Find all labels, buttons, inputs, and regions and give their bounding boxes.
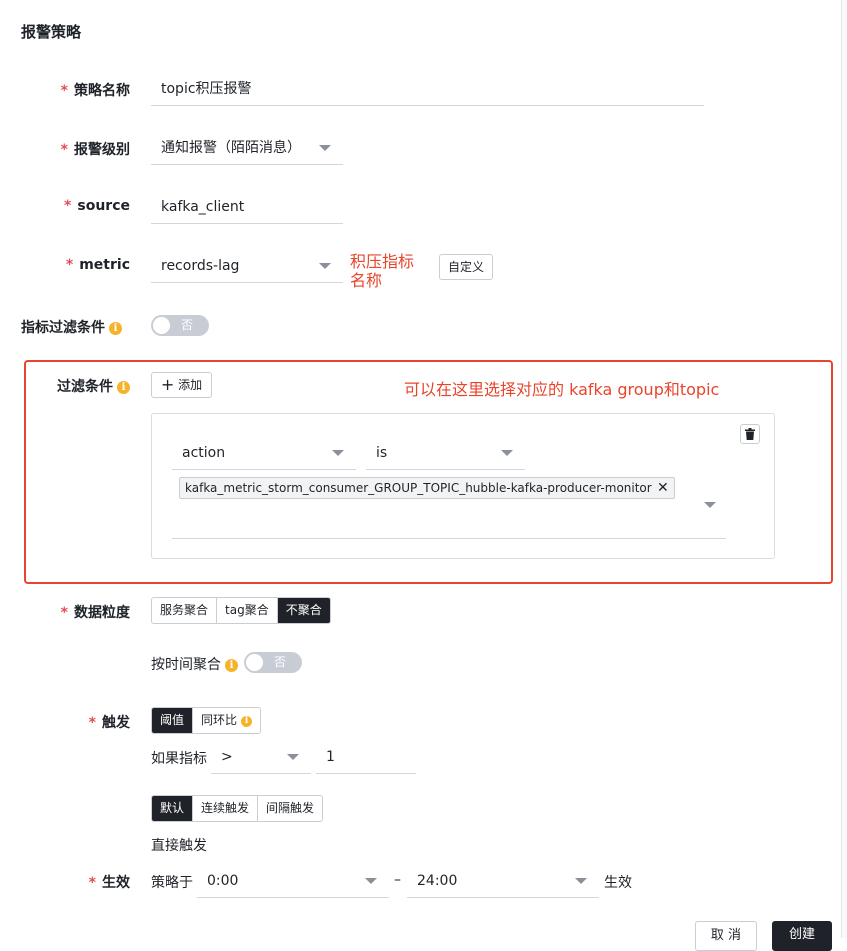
source-input[interactable]: kafka_client: [151, 190, 343, 224]
toggle-knob: [153, 317, 170, 334]
trigger-mode-segmented: 阈值 同环比 i: [151, 707, 262, 734]
fire-mode-segmented: 默认 连续触发 间隔触发: [151, 795, 324, 822]
chevron-down-icon: [332, 450, 344, 456]
chevron-down-icon: [704, 502, 716, 508]
filter-conditions-label: 过滤条件 i: [0, 376, 130, 396]
alarm-level-select[interactable]: 通知报警（陌陌消息）: [151, 131, 343, 165]
cancel-button[interactable]: 取 消: [695, 921, 757, 951]
trigger-mode-threshold[interactable]: 阈值: [152, 708, 194, 733]
required-mark: *: [65, 257, 74, 273]
metric-annotation: 积压指标 名称: [350, 252, 415, 290]
filter-card: action is kafka_metric_storm_consumer_GR…: [151, 413, 775, 559]
info-icon: i: [241, 716, 253, 727]
add-filter-button[interactable]: + 添加: [151, 372, 212, 398]
required-mark: *: [64, 198, 72, 214]
granularity-option-service[interactable]: 服务聚合: [152, 598, 218, 623]
page-title: 报警策略: [21, 23, 82, 41]
filter-field-value: action: [182, 445, 226, 461]
filter-field-select[interactable]: action: [172, 436, 356, 470]
toggle-label: 否: [181, 318, 194, 332]
policy-name-input[interactable]: topic积压报警: [151, 72, 704, 106]
scrollbar-track[interactable]: [841, 0, 847, 938]
fire-mode-interval[interactable]: 间隔触发: [258, 796, 322, 821]
metric-filter-label: 指标过滤条件 i: [21, 317, 122, 337]
info-icon: i: [117, 381, 130, 394]
comparator-value: >: [221, 749, 233, 765]
chevron-down-icon: [575, 878, 587, 884]
filter-operator-select[interactable]: is: [366, 436, 525, 470]
time-agg-toggle[interactable]: 否: [244, 652, 302, 673]
toggle-label: 否: [274, 655, 287, 669]
range-separator: –: [394, 872, 401, 888]
filter-value-multiselect[interactable]: kafka_metric_storm_consumer_GROUP_TOPIC_…: [172, 476, 726, 539]
effective-end-value: 24:00: [417, 873, 458, 889]
metric-filter-toggle[interactable]: 否: [151, 315, 209, 336]
plus-icon: +: [160, 375, 175, 394]
required-mark: *: [60, 142, 68, 158]
filter-tag: kafka_metric_storm_consumer_GROUP_TOPIC_…: [179, 477, 675, 499]
chevron-down-icon: [319, 145, 331, 151]
fire-description: 直接触发: [151, 838, 207, 854]
effective-start-value: 0:00: [207, 873, 239, 889]
metric-select[interactable]: records-lag: [151, 249, 343, 283]
chevron-down-icon: [319, 263, 331, 269]
alarm-level-value: 通知报警（陌陌消息）: [161, 140, 301, 156]
policy-name-label: * 策略名称: [60, 83, 130, 99]
trash-icon: [745, 428, 755, 440]
chevron-down-icon: [501, 450, 513, 456]
effective-start-select[interactable]: 0:00: [197, 864, 389, 898]
time-agg-label: 按时间聚合 i: [151, 654, 238, 674]
fire-mode-consecutive[interactable]: 连续触发: [193, 796, 259, 821]
effective-label: * 生效: [88, 875, 130, 891]
info-icon: i: [109, 322, 122, 335]
required-mark: *: [60, 83, 68, 99]
add-filter-label: 添加: [178, 378, 203, 392]
trigger-mode-yoy[interactable]: 同环比 i: [193, 708, 260, 733]
comparator-select[interactable]: >: [211, 740, 311, 774]
required-mark: *: [60, 605, 68, 621]
chevron-down-icon: [287, 754, 299, 760]
granularity-option-tag[interactable]: tag聚合: [217, 598, 278, 623]
required-mark: *: [88, 875, 96, 891]
create-button[interactable]: 创建: [772, 921, 832, 951]
metric-value: records-lag: [161, 258, 240, 274]
if-metric-label: 如果指标: [151, 751, 207, 767]
trigger-label: * 触发: [88, 715, 130, 731]
chevron-down-icon: [365, 878, 377, 884]
filter-tag-text: kafka_metric_storm_consumer_GROUP_TOPIC_…: [185, 481, 652, 495]
filter-operator-value: is: [376, 445, 388, 461]
fire-mode-default[interactable]: 默认: [152, 796, 194, 821]
granularity-segmented: 服务聚合 tag聚合 不聚合: [151, 597, 331, 624]
required-mark: *: [88, 715, 96, 731]
delete-filter-button[interactable]: [740, 424, 760, 444]
effective-suffix: 生效: [604, 875, 632, 891]
info-icon: i: [225, 659, 238, 672]
custom-metric-button[interactable]: 自定义: [439, 254, 493, 280]
effective-prefix: 策略于: [151, 875, 193, 891]
filter-annotation: 可以在这里选择对应的 kafka group和topic: [404, 380, 720, 399]
effective-end-select[interactable]: 24:00: [407, 864, 599, 898]
granularity-option-none[interactable]: 不聚合: [277, 598, 330, 623]
alarm-level-label: * 报警级别: [60, 142, 130, 158]
toggle-knob: [246, 654, 263, 671]
threshold-input[interactable]: 1: [316, 740, 416, 774]
source-label: * source: [64, 198, 130, 214]
metric-label: * metric: [65, 257, 130, 273]
close-icon[interactable]: ✕: [657, 478, 669, 498]
granularity-label: * 数据粒度: [60, 605, 130, 621]
